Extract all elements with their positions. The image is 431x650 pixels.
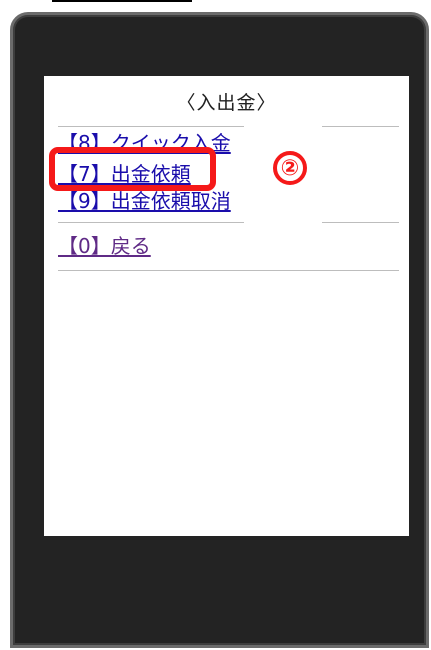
menu-item-back[interactable]: 【0】戻る [58, 234, 151, 258]
divider-line [322, 222, 399, 223]
divider-line [58, 270, 399, 271]
divider-line [58, 126, 244, 127]
menu-item-cancel-withdrawal-request[interactable]: 【9】出金依頼取消 [58, 189, 231, 213]
divider-line [58, 222, 244, 223]
top-caption-line [52, 0, 192, 2]
phone-screen: 〈入出金〉 【8】クイック入金 【7】出金依頼 【9】出金依頼取消 【0】戻る [44, 76, 409, 536]
page-title: 〈入出金〉 [176, 92, 277, 114]
divider-line [322, 126, 399, 127]
annotation-highlight-box [49, 147, 216, 191]
annotation-number-marker: ② [273, 151, 307, 185]
